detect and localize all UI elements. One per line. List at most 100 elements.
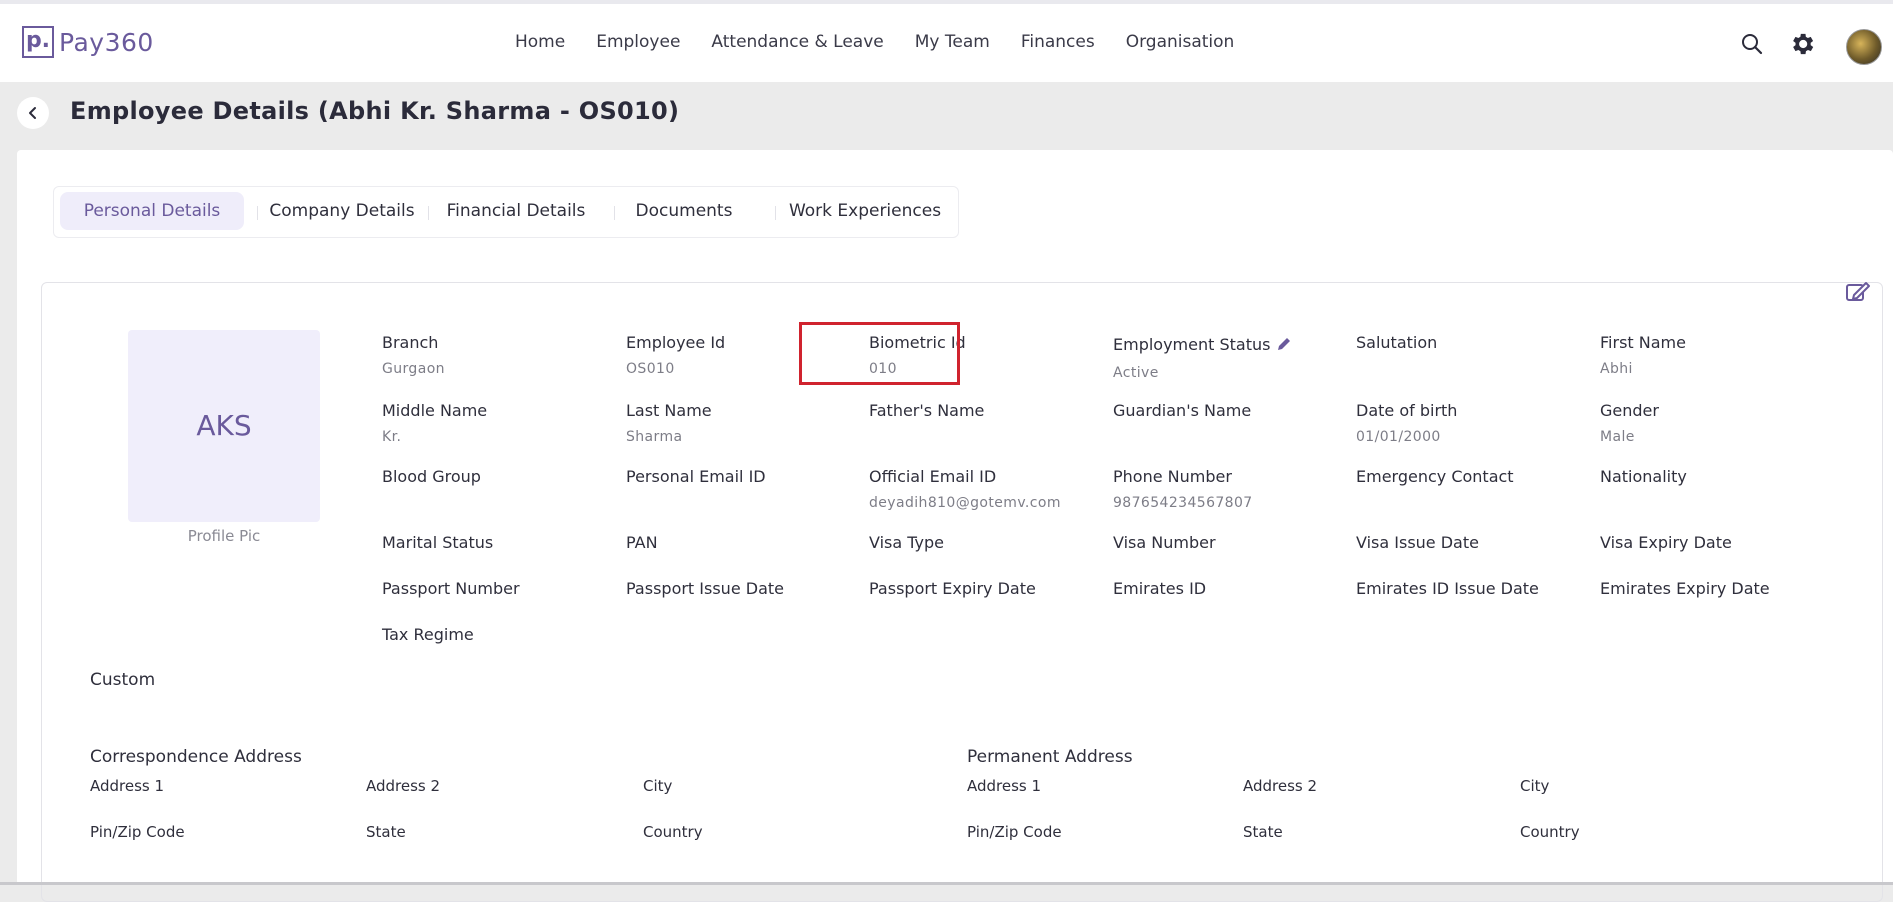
- field-label: Passport Expiry Date: [869, 579, 1036, 598]
- field-blood-group: Blood Group: [382, 467, 481, 495]
- tab-separator: [775, 206, 776, 220]
- nav-home[interactable]: Home: [515, 32, 565, 52]
- field-value: Kr.: [382, 429, 402, 445]
- tab-separator: [428, 206, 429, 220]
- field-label: Visa Issue Date: [1356, 533, 1479, 552]
- field-value: Sharma: [626, 429, 683, 445]
- nav-my-team[interactable]: My Team: [915, 32, 990, 52]
- gear-icon[interactable]: [1788, 30, 1816, 62]
- field-label: Salutation: [1356, 333, 1438, 352]
- perm-city-label: City: [1520, 777, 1550, 795]
- field-nationality: Nationality: [1600, 467, 1687, 495]
- field-label: Employee Id: [626, 333, 726, 352]
- perm-address2-label: Address 2: [1243, 777, 1318, 795]
- corr-state-label: State: [366, 823, 406, 841]
- field-label: Tax Regime: [382, 625, 474, 644]
- perm-state-label: State: [1243, 823, 1283, 841]
- permanent-address-title: Permanent Address: [967, 747, 1133, 767]
- field-guardians-name: Guardian's Name: [1113, 401, 1251, 429]
- field-middle-name: Middle Name Kr.: [382, 401, 487, 445]
- perm-country-label: Country: [1520, 823, 1580, 841]
- back-button[interactable]: [17, 97, 49, 129]
- field-value: OS010: [626, 361, 675, 377]
- app-logo[interactable]: p. Pay360: [22, 26, 154, 58]
- main-nav: Home Employee Attendance & Leave My Team…: [515, 32, 1265, 52]
- profile-pic[interactable]: AKS: [128, 330, 320, 522]
- field-emergency-contact: Emergency Contact: [1356, 467, 1514, 495]
- nav-employee[interactable]: Employee: [596, 32, 680, 52]
- field-value: Active: [1113, 364, 1159, 381]
- field-branch: Branch Gurgaon: [382, 333, 445, 377]
- field-label: Emergency Contact: [1356, 467, 1514, 486]
- field-label: Emirates ID Issue Date: [1356, 579, 1539, 598]
- logo-mark: p.: [22, 26, 54, 58]
- field-first-name: First Name Abhi: [1600, 333, 1686, 377]
- field-label: Date of birth: [1356, 401, 1458, 420]
- field-label: Gender: [1600, 401, 1659, 420]
- field-emirates-id: Emirates ID: [1113, 579, 1206, 598]
- field-fathers-name: Father's Name: [869, 401, 984, 429]
- corr-city-label: City: [643, 777, 673, 795]
- field-emirates-expiry-date: Emirates Expiry Date: [1600, 579, 1770, 598]
- field-label: Passport Number: [382, 579, 520, 598]
- search-icon[interactable]: [1740, 32, 1764, 60]
- field-label: Personal Email ID: [626, 467, 766, 486]
- perm-pin-label: Pin/Zip Code: [967, 823, 1062, 841]
- field-phone-number: Phone Number 987654234567807: [1113, 467, 1253, 511]
- tab-bar: Personal Details Company Details Financi…: [53, 186, 959, 238]
- field-label-row: Employment Status: [1113, 335, 1292, 356]
- field-employment-status: Employment Status Active: [1113, 335, 1292, 381]
- corr-address1-label: Address 1: [90, 777, 165, 795]
- top-navbar: p. Pay360 Home Employee Attendance & Lea…: [0, 0, 1893, 82]
- field-label: Guardian's Name: [1113, 401, 1252, 420]
- field-label: PAN: [626, 533, 658, 552]
- field-label: Nationality: [1600, 467, 1687, 486]
- field-visa-number: Visa Number: [1113, 533, 1216, 552]
- nav-organisation[interactable]: Organisation: [1126, 32, 1235, 52]
- field-passport-issue-date: Passport Issue Date: [626, 579, 784, 598]
- field-label: Phone Number: [1113, 467, 1232, 486]
- nav-attendance-leave[interactable]: Attendance & Leave: [711, 32, 883, 52]
- field-passport-number: Passport Number: [382, 579, 520, 598]
- field-label: Father's Name: [869, 401, 985, 420]
- tab-separator: [614, 206, 615, 220]
- tab-work-experiences[interactable]: Work Experiences: [780, 192, 950, 230]
- field-employee-id: Employee Id OS010: [626, 333, 725, 377]
- logo-text: Pay360: [59, 27, 154, 57]
- field-value: 01/01/2000: [1356, 429, 1441, 445]
- field-value: deyadih810@gotemv.com: [869, 495, 1061, 511]
- profile-pic-label: Profile Pic: [187, 527, 261, 545]
- field-visa-type: Visa Type: [869, 533, 944, 552]
- corr-address2-label: Address 2: [366, 777, 441, 795]
- tab-personal-details[interactable]: Personal Details: [60, 192, 244, 230]
- field-label: Middle Name: [382, 401, 488, 420]
- edit-details-icon[interactable]: [1845, 281, 1871, 307]
- pencil-icon[interactable]: [1276, 336, 1292, 356]
- tab-documents[interactable]: Documents: [620, 192, 748, 230]
- field-label: Visa Number: [1113, 533, 1216, 552]
- chevron-left-icon: [29, 107, 36, 119]
- tab-financial-details[interactable]: Financial Details: [432, 192, 600, 230]
- field-marital-status: Marital Status: [382, 533, 493, 552]
- field-label: First Name: [1600, 333, 1686, 352]
- field-label: Official Email ID: [869, 467, 997, 486]
- field-visa-issue-date: Visa Issue Date: [1356, 533, 1479, 552]
- field-label: Emirates ID: [1113, 579, 1207, 598]
- nav-finances[interactable]: Finances: [1021, 32, 1095, 52]
- user-avatar[interactable]: [1846, 29, 1882, 65]
- field-official-email: Official Email ID deyadih810@gotemv.com: [869, 467, 1061, 511]
- field-value: Male: [1600, 429, 1635, 445]
- field-label: Employment Status: [1113, 335, 1271, 354]
- field-date-of-birth: Date of birth 01/01/2000: [1356, 401, 1457, 445]
- highlight-box: [799, 322, 960, 385]
- field-label: Emirates Expiry Date: [1600, 579, 1770, 598]
- field-label: Visa Expiry Date: [1600, 533, 1732, 552]
- field-visa-expiry-date: Visa Expiry Date: [1600, 533, 1732, 552]
- tab-company-details[interactable]: Company Details: [260, 192, 424, 230]
- main-card: Personal Details Company Details Financi…: [17, 150, 1893, 902]
- correspondence-address-title: Correspondence Address: [90, 747, 302, 767]
- field-salutation: Salutation: [1356, 333, 1437, 361]
- field-emirates-id-issue-date: Emirates ID Issue Date: [1356, 579, 1539, 598]
- field-value: 987654234567807: [1113, 495, 1253, 511]
- field-label: Marital Status: [382, 533, 494, 552]
